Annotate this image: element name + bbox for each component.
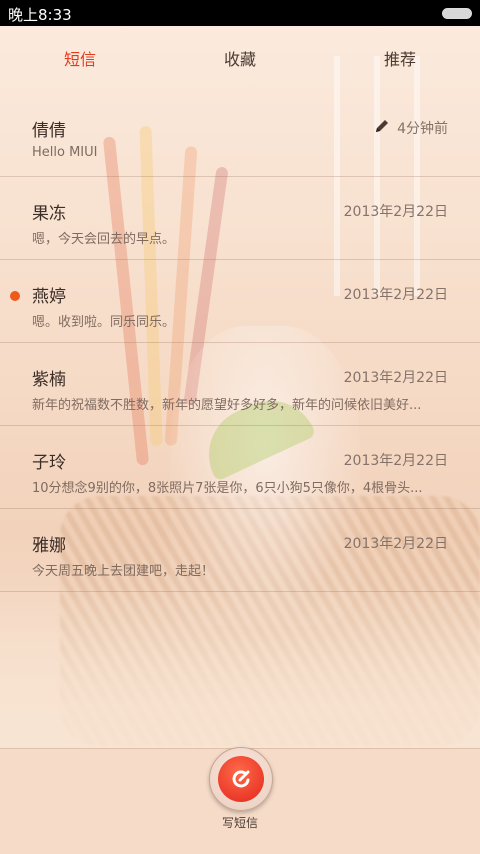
battery-icon bbox=[442, 8, 472, 19]
pencil-icon bbox=[374, 118, 390, 134]
conversation-row[interactable]: 紫楠 新年的祝福数不胜数，新年的愿望好多好多，新年的问候依旧美好... 2013… bbox=[0, 343, 480, 426]
conversation-row[interactable]: 果冻 嗯，今天会回去的早点。 2013年2月22日 bbox=[0, 177, 480, 260]
tab-messages[interactable]: 短信 bbox=[0, 26, 160, 94]
contact-name: 紫楠 bbox=[32, 370, 66, 390]
message-date: 2013年2月22日 bbox=[343, 370, 448, 386]
tab-bar: 短信 收藏 推荐 bbox=[0, 26, 480, 94]
message-date: 4分钟前 bbox=[397, 121, 448, 137]
message-snippet: 10分想念9别的你，8张照片7张是你，6只小狗5只像你，4根骨头... bbox=[32, 481, 423, 496]
tab-favorites[interactable]: 收藏 bbox=[160, 26, 320, 94]
compose-label: 写短信 bbox=[221, 816, 258, 830]
message-date: 2013年2月22日 bbox=[343, 536, 448, 552]
conversation-list: 倩倩 Hello MIUI 4分钟前 果冻 嗯，今天会回去的早点。 2013年2… bbox=[0, 94, 480, 592]
message-date: 2013年2月22日 bbox=[343, 204, 448, 220]
contact-name: 果冻 bbox=[32, 204, 66, 224]
compose-button[interactable] bbox=[209, 747, 273, 811]
message-snippet: 嗯，今天会回去的早点。 bbox=[32, 232, 176, 247]
message-snippet: 嗯。收到啦。同乐同乐。 bbox=[32, 315, 176, 330]
status-bar: 晚上8:33 bbox=[0, 0, 480, 26]
contact-name: 子玲 bbox=[32, 453, 66, 473]
message-date: 2013年2月22日 bbox=[343, 453, 448, 469]
contact-name: 燕婷 bbox=[32, 287, 66, 307]
contact-name: 倩倩 bbox=[32, 121, 66, 141]
message-snippet: 今天周五晚上去团建吧，走起！ bbox=[32, 564, 215, 579]
conversation-row[interactable]: 子玲 10分想念9别的你，8张照片7张是你，6只小狗5只像你，4根骨头... 2… bbox=[0, 426, 480, 509]
conversation-row[interactable]: 倩倩 Hello MIUI 4分钟前 bbox=[0, 94, 480, 177]
message-snippet: 新年的祝福数不胜数，新年的愿望好多好多，新年的问候依旧美好... bbox=[32, 398, 422, 413]
unread-dot-icon bbox=[10, 291, 20, 301]
compose-icon bbox=[218, 756, 264, 802]
message-snippet: Hello MIUI bbox=[32, 145, 98, 160]
status-time: 晚上8:33 bbox=[8, 6, 72, 24]
contact-name: 雅娜 bbox=[32, 536, 66, 556]
conversation-row[interactable]: 燕婷 嗯。收到啦。同乐同乐。 2013年2月22日 bbox=[0, 260, 480, 343]
conversation-row[interactable]: 雅娜 今天周五晚上去团建吧，走起！ 2013年2月22日 bbox=[0, 509, 480, 592]
message-date: 2013年2月22日 bbox=[343, 287, 448, 303]
tab-recommended[interactable]: 推荐 bbox=[320, 26, 480, 94]
